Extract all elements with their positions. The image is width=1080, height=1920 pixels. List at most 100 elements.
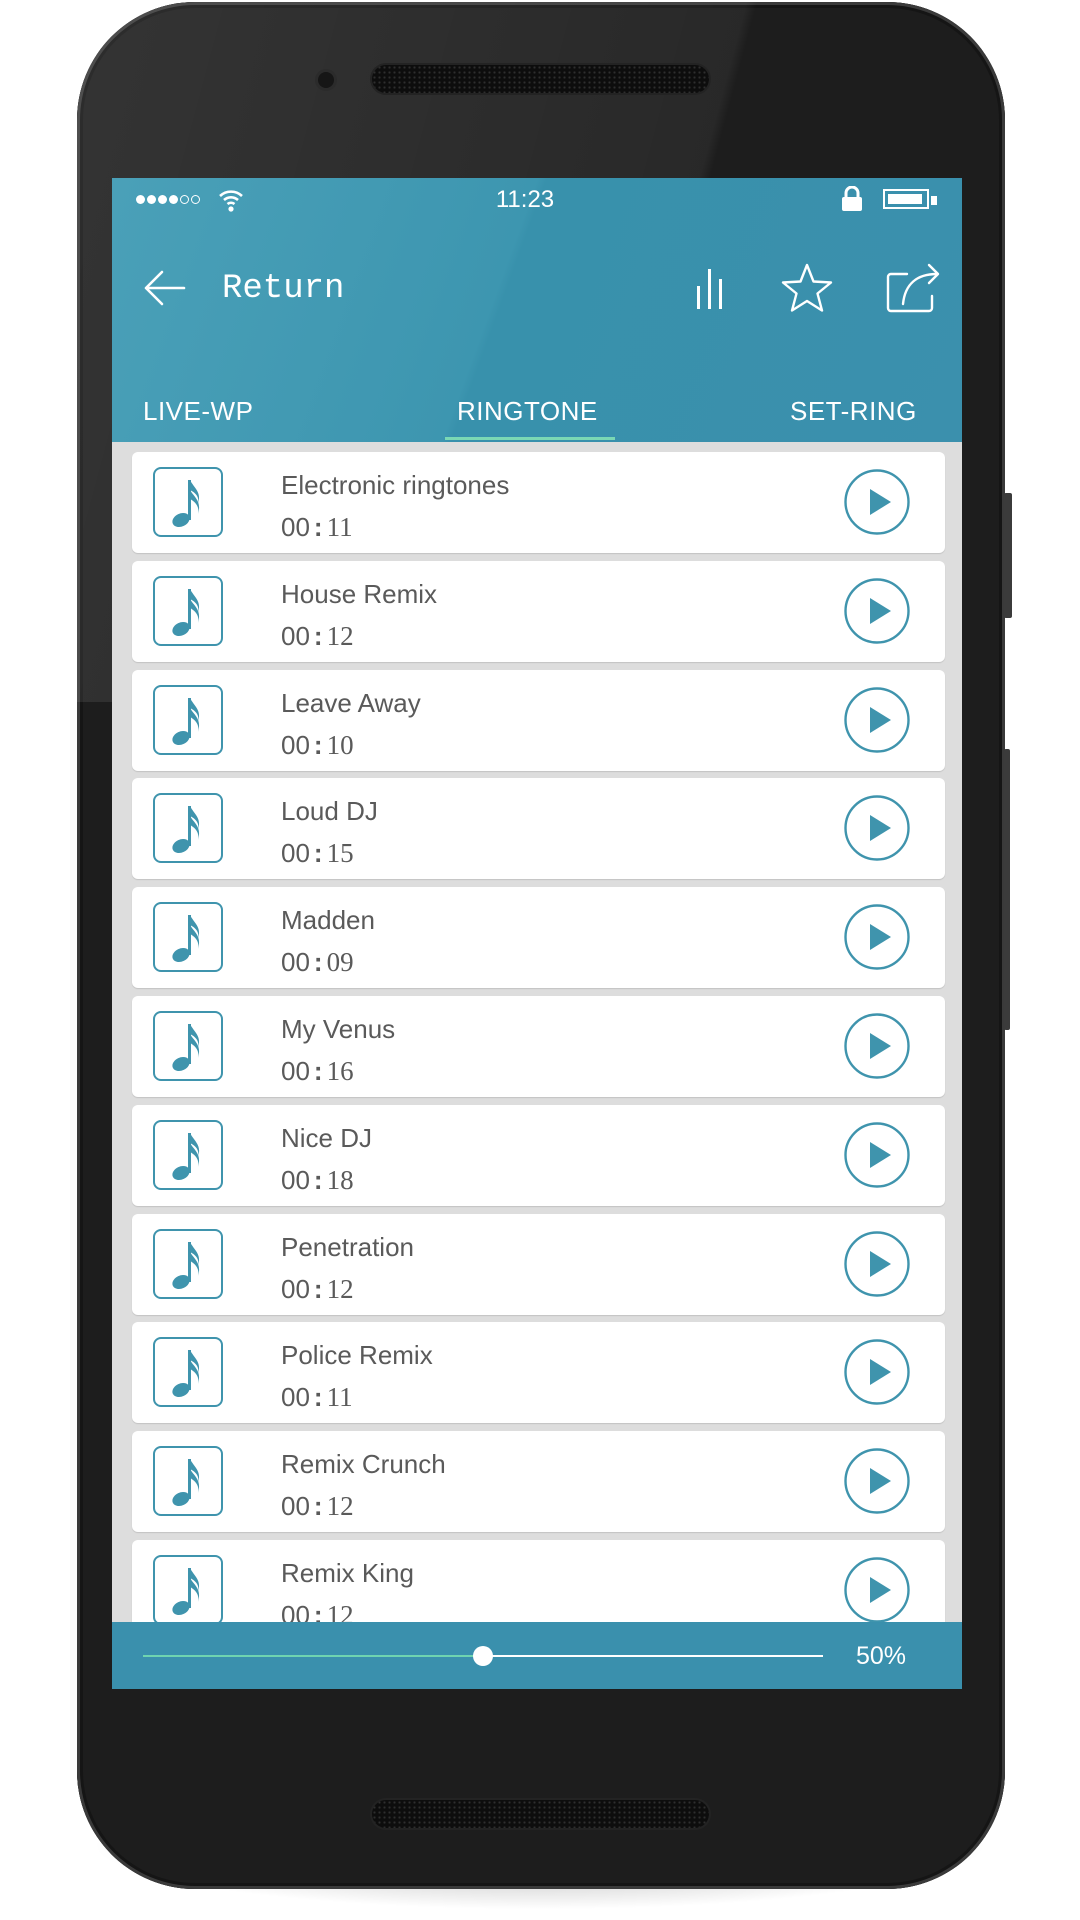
ringtone-title: My Venus xyxy=(281,1014,396,1044)
play-button[interactable] xyxy=(844,1557,910,1622)
lock-icon xyxy=(842,186,862,211)
ringtone-duration: 00:15 xyxy=(281,838,354,869)
volume-bar: 50% xyxy=(112,1622,962,1689)
battery-icon xyxy=(883,189,937,209)
bottom-speaker-grille xyxy=(372,1800,709,1828)
signal-dot-filled xyxy=(158,195,167,204)
ringtone-list-item[interactable]: Remix Crunch 00:12 xyxy=(132,1431,945,1533)
ringtone-list-item[interactable]: Police Remix 00:11 xyxy=(132,1322,945,1424)
play-icon xyxy=(844,578,910,644)
ringtone-list-item[interactable]: Electronic ringtones 00:11 xyxy=(132,452,945,553)
duration-minutes: 00 xyxy=(281,1273,310,1304)
music-note-icon xyxy=(153,793,223,864)
ringtone-duration: 00:11 xyxy=(281,1382,353,1413)
back-button[interactable] xyxy=(142,268,192,308)
tab-set-ring[interactable]: SET-RING xyxy=(790,396,917,427)
duration-seconds: 15 xyxy=(326,838,354,869)
ringtone-list-item[interactable]: My Venus 00:16 xyxy=(132,996,945,1097)
duration-separator: : xyxy=(313,1382,323,1413)
battery-nub xyxy=(931,196,937,205)
ringtone-title: Police Remix xyxy=(281,1340,433,1371)
play-icon xyxy=(844,1230,910,1297)
play-button[interactable] xyxy=(844,795,910,862)
play-button[interactable] xyxy=(844,1448,910,1514)
music-note-icon xyxy=(153,1228,223,1299)
play-button[interactable] xyxy=(844,1122,910,1188)
arrow-left-icon xyxy=(144,270,186,306)
play-button[interactable] xyxy=(844,904,910,970)
music-note-icon xyxy=(153,684,223,755)
play-icon xyxy=(844,1339,910,1406)
equalizer-button[interactable] xyxy=(680,258,740,318)
ringtone-list-item[interactable]: Madden 00:09 xyxy=(132,887,945,989)
duration-minutes: 00 xyxy=(281,1382,310,1413)
music-note-icon xyxy=(153,1555,223,1622)
status-bar: 11:23 xyxy=(112,178,962,222)
play-button[interactable] xyxy=(844,578,910,644)
power-button[interactable] xyxy=(1004,493,1012,618)
ringtone-duration: 00:12 xyxy=(281,1274,354,1305)
music-note-icon xyxy=(153,1446,223,1517)
duration-minutes: 00 xyxy=(281,1164,310,1195)
play-button[interactable] xyxy=(844,1230,910,1297)
equalizer-icon xyxy=(697,269,722,309)
play-button[interactable] xyxy=(844,1013,910,1079)
duration-separator: : xyxy=(313,620,323,651)
active-tab-indicator xyxy=(445,437,615,440)
duration-minutes: 00 xyxy=(281,1056,310,1086)
play-icon xyxy=(844,469,910,535)
play-button[interactable] xyxy=(844,469,910,535)
ringtone-list-item[interactable]: Nice DJ 00:18 xyxy=(132,1104,945,1206)
ringtone-list-item[interactable]: Leave Away 00:10 xyxy=(132,669,945,771)
ringtone-title: Madden xyxy=(281,905,375,936)
play-button[interactable] xyxy=(844,686,910,753)
volume-button[interactable] xyxy=(1004,749,1010,1030)
tab-live-wp[interactable]: LIVE-WP xyxy=(143,396,253,427)
duration-separator: : xyxy=(313,947,323,978)
ringtone-title: Remix Crunch xyxy=(281,1449,446,1480)
ringtone-list[interactable]: Electronic ringtones 00:11 House Remix 00:1… xyxy=(112,442,962,1622)
volume-slider-thumb[interactable] xyxy=(473,1646,493,1666)
ringtone-duration: 00:12 xyxy=(281,1600,354,1622)
duration-separator: : xyxy=(313,1273,323,1304)
duration-seconds: 09 xyxy=(326,947,354,978)
ringtone-title: Nice DJ xyxy=(281,1122,373,1153)
duration-separator: : xyxy=(313,729,323,760)
return-label[interactable]: Return xyxy=(222,270,344,308)
ringtone-duration: 00:12 xyxy=(281,621,354,652)
duration-separator: : xyxy=(313,1056,323,1086)
ringtone-list-item[interactable]: Loud DJ 00:15 xyxy=(132,778,945,880)
ringtone-list-item[interactable]: House Remix 00:12 xyxy=(132,560,945,662)
share-button[interactable] xyxy=(883,258,943,318)
music-note-icon xyxy=(153,902,223,973)
duration-seconds: 11 xyxy=(326,1382,353,1413)
play-icon xyxy=(844,1013,910,1079)
duration-seconds: 12 xyxy=(326,1273,354,1304)
ringtone-duration: 00:18 xyxy=(281,1165,354,1196)
favorite-button[interactable] xyxy=(777,258,837,318)
app-screen: 11:23 Return LIVE-WP RINGTONE SET-RING E… xyxy=(112,178,962,1689)
ringtone-title: Electronic ringtones xyxy=(281,470,510,500)
top-speaker-grille xyxy=(372,65,709,93)
tab-ringtone[interactable]: RINGTONE xyxy=(457,396,598,427)
duration-seconds: 16 xyxy=(326,1056,354,1086)
music-note-icon xyxy=(153,1011,223,1081)
ringtone-title: Penetration xyxy=(281,1231,414,1262)
ringtone-title: House Remix xyxy=(281,578,438,609)
front-camera xyxy=(318,72,334,88)
ringtone-list-item[interactable]: Penetration 00:12 xyxy=(132,1213,945,1315)
ringtone-list-item[interactable]: Remix King 00:12 xyxy=(132,1540,945,1622)
play-button[interactable] xyxy=(844,1339,910,1406)
signal-dot-empty xyxy=(180,195,189,204)
duration-minutes: 00 xyxy=(281,620,310,651)
volume-percent-label: 50% xyxy=(856,1642,907,1670)
ringtone-duration: 00:11 xyxy=(281,512,353,543)
duration-minutes: 00 xyxy=(281,729,310,760)
duration-minutes: 00 xyxy=(281,1491,310,1522)
ringtone-title: Remix King xyxy=(281,1558,414,1588)
toolbar: Return xyxy=(112,248,962,328)
status-time: 11:23 xyxy=(495,186,555,213)
volume-slider[interactable] xyxy=(143,1644,823,1668)
duration-seconds: 11 xyxy=(326,512,353,542)
battery-level xyxy=(888,194,922,204)
